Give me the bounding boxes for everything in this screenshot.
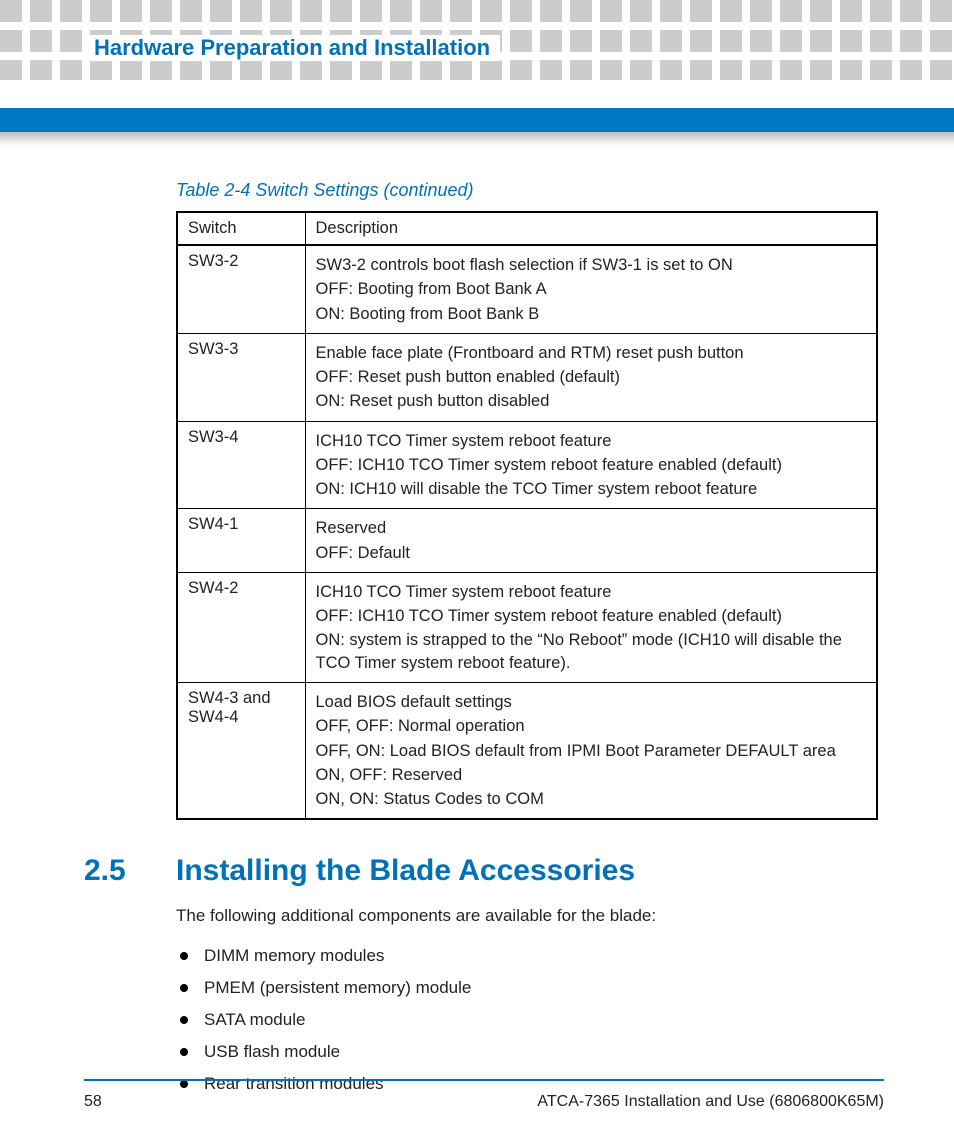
description-line: OFF: Default — [316, 542, 867, 564]
description-line: ON: ICH10 will disable the TCO Timer sys… — [316, 478, 867, 500]
switch-cell: SW3-4 — [177, 421, 305, 509]
description-line: ON, OFF: Reserved — [316, 764, 867, 786]
col-header-description: Description — [305, 212, 877, 245]
description-line: ON: Booting from Boot Bank B — [316, 303, 867, 325]
switch-settings-table: Switch Description SW3-2 SW3-2 controls b… — [176, 211, 878, 820]
description-cell: SW3-2 controls boot flash selection if S… — [305, 245, 877, 333]
switch-cell: SW3-2 — [177, 245, 305, 333]
switch-cell: SW4-2 — [177, 572, 305, 682]
description-line: Reserved — [316, 517, 867, 539]
section-intro: The following additional components are … — [176, 906, 878, 926]
table-row: SW3-3 Enable face plate (Frontboard and R… — [177, 333, 877, 421]
switch-cell: SW4-1 — [177, 509, 305, 573]
section-title: Installing the Blade Accessories — [176, 854, 635, 888]
table-row: SW3-4ICH10 TCO Timer system reboot featu… — [177, 421, 877, 509]
description-line: ICH10 TCO Timer system reboot feature — [316, 430, 867, 452]
list-item: PMEM (persistent memory) module — [176, 972, 878, 1004]
description-line: ICH10 TCO Timer system reboot feature — [316, 581, 867, 603]
page-number: 58 — [84, 1093, 102, 1111]
table-caption: Table 2-4 Switch Settings (continued) — [176, 180, 878, 201]
chapter-title: Hardware Preparation and Installation — [84, 35, 500, 61]
list-item: DIMM memory modules — [176, 940, 878, 972]
description-line: OFF, ON: Load BIOS default from IPMI Boo… — [316, 740, 867, 762]
description-line: ON: system is strapped to the “No Reboot… — [316, 629, 867, 674]
document-id: ATCA-7365 Installation and Use (6806800K… — [537, 1093, 884, 1111]
description-cell: Load BIOS default settingsOFF, OFF: Norm… — [305, 682, 877, 819]
description-line: ON: Reset push button disabled — [316, 390, 867, 412]
table-row: SW4-2ICH10 TCO Timer system reboot featu… — [177, 572, 877, 682]
description-line: OFF, OFF: Normal operation — [316, 715, 867, 737]
description-cell: Reserved OFF: Default — [305, 509, 877, 573]
footer-rule — [84, 1079, 884, 1081]
header-bar — [0, 108, 954, 132]
description-cell: ICH10 TCO Timer system reboot featureOFF… — [305, 421, 877, 509]
description-line: OFF: ICH10 TCO Timer system reboot featu… — [316, 454, 867, 476]
table-row: SW3-2 SW3-2 controls boot flash selection… — [177, 245, 877, 333]
description-line: ON, ON: Status Codes to COM — [316, 788, 867, 810]
description-cell: ICH10 TCO Timer system reboot featureOFF… — [305, 572, 877, 682]
list-item: USB flash module — [176, 1036, 878, 1068]
switch-cell: SW4-3 and SW4-4 — [177, 682, 305, 819]
description-line: SW3-2 controls boot flash selection if S… — [316, 254, 867, 276]
list-item: SATA module — [176, 1004, 878, 1036]
description-line: OFF: Reset push button enabled (default) — [316, 366, 867, 388]
header-shadow — [0, 132, 954, 146]
switch-cell: SW3-3 — [177, 333, 305, 421]
table-row: SW4-1 Reserved OFF: Default — [177, 509, 877, 573]
description-line: OFF: ICH10 TCO Timer system reboot featu… — [316, 605, 867, 627]
accessory-list: DIMM memory modulesPMEM (persistent memo… — [176, 940, 878, 1100]
description-cell: Enable face plate (Frontboard and RTM) r… — [305, 333, 877, 421]
col-header-switch: Switch — [177, 212, 305, 245]
description-line: Enable face plate (Frontboard and RTM) r… — [316, 342, 867, 364]
description-line: OFF: Booting from Boot Bank A — [316, 278, 867, 300]
section-number: 2.5 — [84, 854, 176, 888]
description-line: Load BIOS default settings — [316, 691, 867, 713]
table-row: SW4-3 and SW4-4Load BIOS default setting… — [177, 682, 877, 819]
